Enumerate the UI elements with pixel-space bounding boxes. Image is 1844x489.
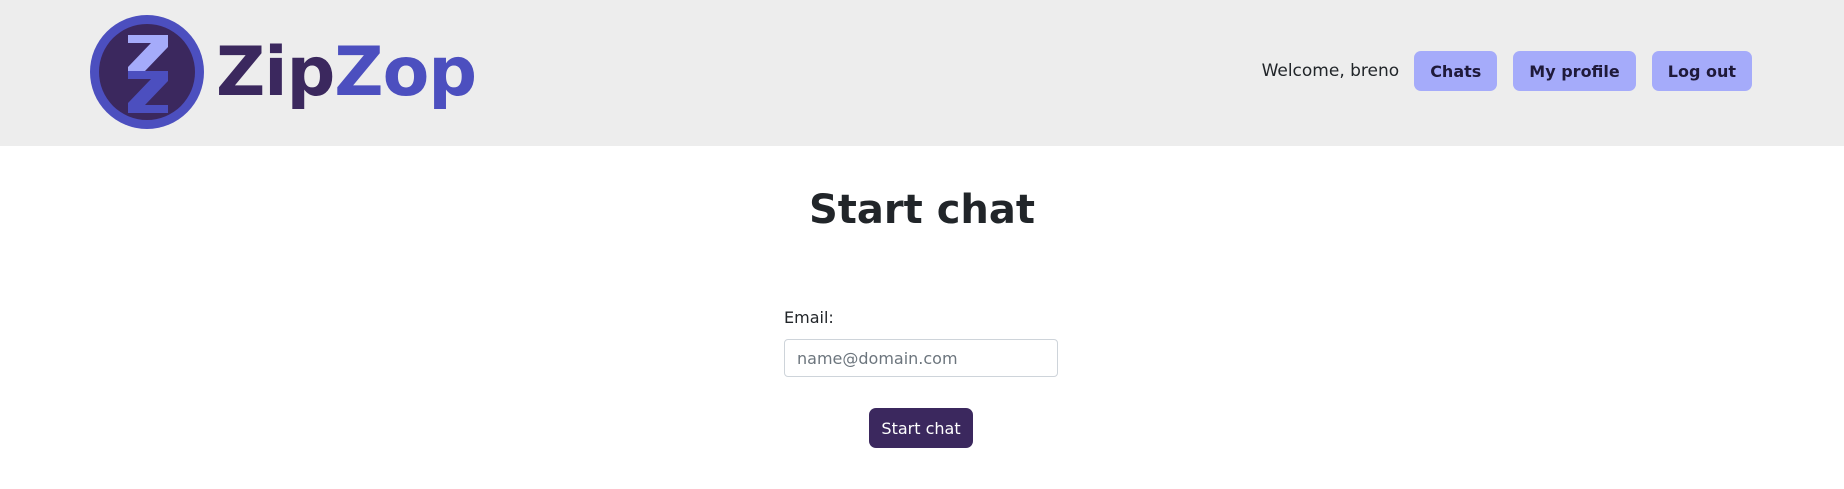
page-title: Start chat [809,187,1035,233]
start-chat-form: Email: [784,307,1058,377]
brand-name[interactable]: ZipZop [216,28,477,118]
my-profile-button[interactable]: My profile [1513,51,1636,91]
logout-button[interactable]: Log out [1651,51,1752,91]
site-header: ZipZop Welcome, breno Chats My profile L… [0,0,1844,146]
email-label: Email: [784,308,834,327]
brand-name-zip: Zip [216,33,335,112]
chats-button[interactable]: Chats [1414,51,1498,91]
header-nav: Welcome, breno Chats My profile Log out [1262,51,1752,91]
welcome-text: Welcome, breno [1261,61,1400,81]
brand-name-zop: Zop [334,33,477,112]
email-field[interactable] [784,339,1058,377]
zipzop-logo-icon[interactable] [90,15,204,129]
start-chat-button[interactable]: Start chat [869,408,973,448]
